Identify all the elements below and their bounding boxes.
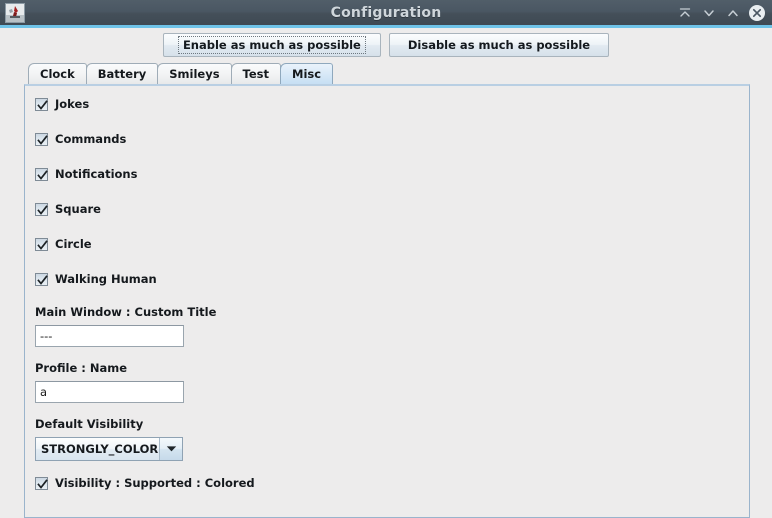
enable-all-button[interactable]: Enable as much as possible	[162, 33, 381, 57]
profile-name-input[interactable]: a	[35, 381, 184, 403]
checkbox-row-circle[interactable]: Circle	[35, 235, 749, 253]
close-button[interactable]	[746, 2, 768, 24]
configuration-window: Configuration Enable as much as possible…	[0, 0, 772, 518]
disable-all-button[interactable]: Disable as much as possible	[388, 33, 610, 57]
walking-human-checkbox[interactable]	[35, 272, 48, 286]
tab-misc[interactable]: Misc	[280, 63, 334, 84]
check-icon	[37, 204, 48, 215]
titlebar: Configuration	[0, 0, 772, 28]
profile-name-label: Profile : Name	[35, 361, 128, 375]
tab-battery-label: Battery	[97, 67, 147, 81]
window-title: Configuration	[330, 4, 442, 21]
chevron-down-icon	[704, 9, 714, 16]
default-visibility-label: Default Visibility	[35, 417, 144, 431]
enable-all-button-label: Enable as much as possible	[177, 36, 366, 54]
custom-title-field-block: Main Window : Custom Title ---	[35, 305, 749, 347]
close-circle-icon	[749, 4, 765, 21]
tab-test[interactable]: Test	[230, 63, 282, 84]
tab-battery[interactable]: Battery	[85, 63, 159, 84]
checkbox-row-visibility-supported[interactable]: Visibility : Supported : Colored	[35, 474, 749, 492]
default-visibility-arrow-button[interactable]	[159, 438, 182, 460]
action-toolbar: Enable as much as possible Disable as mu…	[0, 28, 772, 62]
check-icon	[37, 134, 48, 145]
check-icon	[37, 239, 48, 250]
default-visibility-select[interactable]: STRONGLY_COLOR...	[35, 437, 183, 461]
chevron-down-icon	[166, 446, 176, 452]
checkbox-row-notifications[interactable]: Notifications	[35, 165, 749, 183]
commands-checkbox[interactable]	[35, 132, 48, 146]
notifications-label: Notifications	[55, 167, 138, 181]
checkbox-row-jokes[interactable]: Jokes	[35, 95, 749, 113]
default-visibility-value: STRONGLY_COLOR...	[41, 442, 159, 456]
maximize-button[interactable]	[722, 2, 744, 24]
jokes-checkbox[interactable]	[35, 97, 48, 111]
square-checkbox[interactable]	[35, 202, 48, 216]
checkbox-row-square[interactable]: Square	[35, 200, 749, 218]
check-icon	[37, 99, 48, 110]
disable-all-button-label: Disable as much as possible	[407, 38, 591, 52]
square-label: Square	[55, 202, 101, 216]
shade-button[interactable]	[674, 2, 696, 24]
app-icon	[5, 2, 25, 23]
check-icon	[37, 274, 48, 285]
minimize-button[interactable]	[698, 2, 720, 24]
notifications-checkbox[interactable]	[35, 167, 48, 181]
profile-name-field-block: Profile : Name a	[35, 361, 749, 403]
tab-clock-label: Clock	[40, 67, 75, 81]
window-controls	[674, 2, 772, 24]
circle-checkbox[interactable]	[35, 237, 48, 251]
chevron-up-icon	[728, 9, 738, 16]
visibility-supported-label: Visibility : Supported : Colored	[55, 476, 255, 490]
check-icon	[37, 478, 48, 489]
walking-human-label: Walking Human	[55, 272, 157, 286]
commands-label: Commands	[55, 132, 127, 146]
tab-smileys-label: Smileys	[169, 67, 220, 81]
custom-title-label: Main Window : Custom Title	[35, 305, 217, 319]
tab-clock[interactable]: Clock	[28, 63, 87, 84]
jokes-label: Jokes	[55, 97, 90, 111]
circle-label: Circle	[55, 237, 92, 251]
check-icon	[37, 169, 48, 180]
tab-content-wrap: Jokes Commands Notifications Square Circ…	[0, 84, 772, 518]
shade-icon	[679, 7, 691, 17]
default-visibility-block: Default Visibility STRONGLY_COLOR...	[35, 417, 749, 461]
tab-bar: Clock Battery Smileys Test Misc	[0, 62, 772, 84]
tab-misc-label: Misc	[292, 67, 322, 81]
checkbox-row-commands[interactable]: Commands	[35, 130, 749, 148]
checkbox-row-walking-human[interactable]: Walking Human	[35, 270, 749, 288]
custom-title-input[interactable]: ---	[35, 325, 184, 347]
tab-smileys[interactable]: Smileys	[157, 63, 232, 84]
visibility-supported-checkbox[interactable]	[35, 476, 48, 490]
misc-panel: Jokes Commands Notifications Square Circ…	[24, 84, 750, 518]
tab-test-label: Test	[242, 67, 270, 81]
app-icon-glyph	[6, 3, 24, 22]
